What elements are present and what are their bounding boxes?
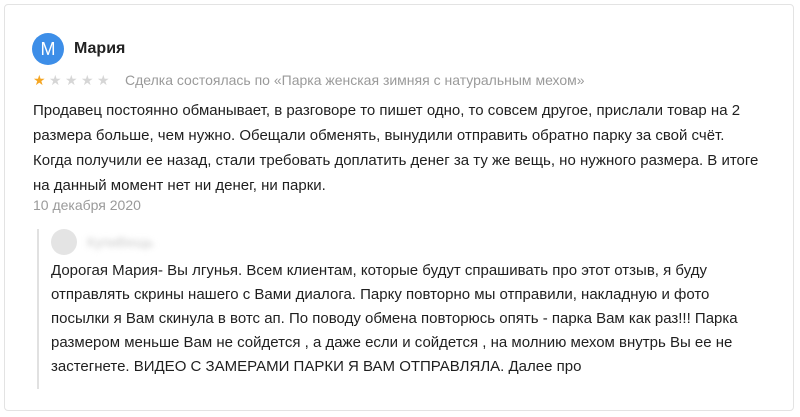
seller-reply: КупиВещь Дорогая Мария- Вы лгунья. Всем … bbox=[37, 229, 769, 389]
avatar-letter: М bbox=[40, 38, 56, 59]
star-empty-icon: ★ bbox=[81, 72, 94, 88]
deal-info: Сделка состоялась по «Парка женская зимн… bbox=[125, 72, 585, 88]
author-name[interactable]: Мария bbox=[74, 40, 125, 58]
review-card: М Мария ★ ★ ★ ★ ★ Сделка состоялась по «Парк… bbox=[4, 4, 794, 411]
reply-header: КупиВещь bbox=[51, 229, 154, 255]
reply-author-name: КупиВещь bbox=[87, 234, 154, 250]
rating-row: ★ ★ ★ ★ ★ Сделка состоялась по «Парка женска… bbox=[33, 72, 585, 88]
reply-text: Дорогая Мария- Вы лгунья. Всем клиентам,… bbox=[51, 262, 738, 375]
review-header: М Мария bbox=[32, 33, 125, 65]
avatar[interactable]: М bbox=[32, 33, 64, 65]
star-filled-icon: ★ bbox=[33, 72, 46, 88]
star-empty-icon: ★ bbox=[65, 72, 78, 88]
review-text: Продавец постоянно обманывает, в разгово… bbox=[33, 102, 759, 194]
star-empty-icon: ★ bbox=[49, 72, 62, 88]
star-rating: ★ ★ ★ ★ ★ bbox=[33, 72, 113, 88]
star-empty-icon: ★ bbox=[97, 72, 110, 88]
review-date: 10 декабря 2020 bbox=[33, 197, 141, 213]
reply-avatar bbox=[51, 229, 77, 255]
